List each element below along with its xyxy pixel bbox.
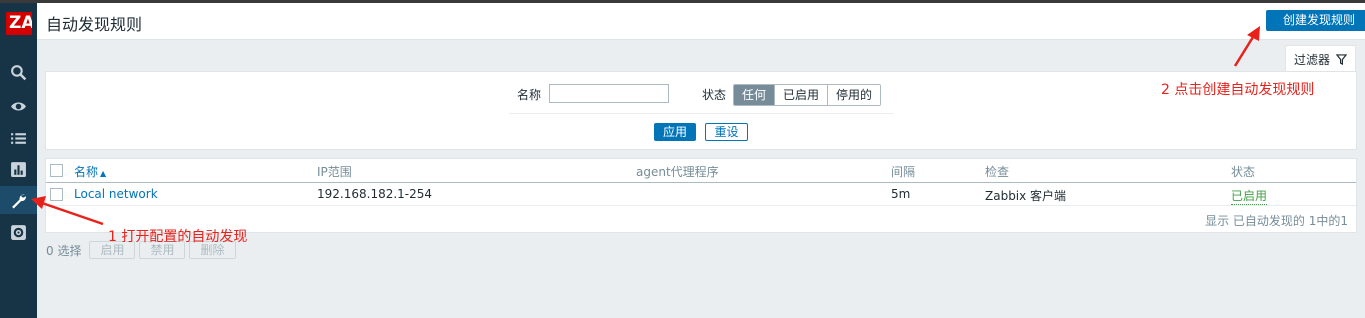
arrow-1-head (31, 196, 46, 209)
annotation-step-2: 2 点击创建自动发现规则 (1161, 82, 1315, 98)
arrow-2-head (1247, 26, 1260, 41)
arrow-1 (41, 201, 104, 226)
annotation-arrows (31, 26, 1260, 226)
arrow-2 (1233, 36, 1255, 67)
annotation-step-1: 1 打开配置的自动发现 (108, 229, 248, 245)
